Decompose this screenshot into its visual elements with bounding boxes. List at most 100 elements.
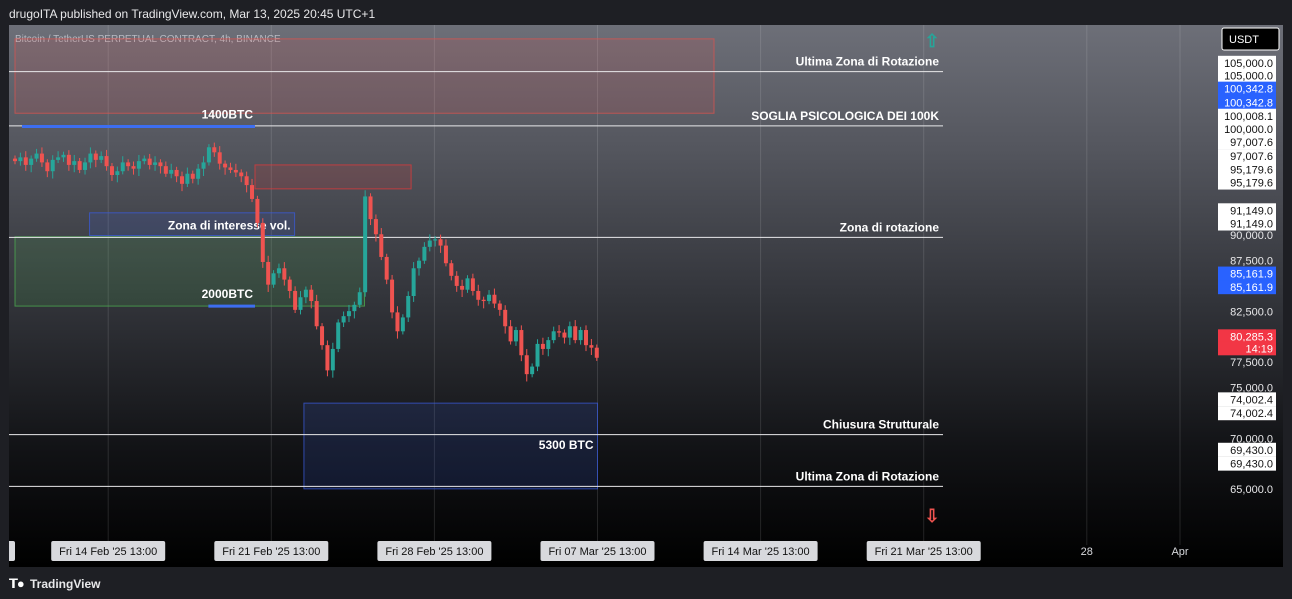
candle-body [352,304,357,312]
publish-info-text: drugoITA published on TradingView.com, M… [9,7,376,21]
candle-body [454,275,459,286]
volume-zone-label: Zona di interesse vol. [168,218,291,232]
candle-body [153,162,158,165]
price-tick: 100,342.8 [1224,98,1273,110]
candle-body [255,198,260,223]
candle-body [158,162,163,167]
candle-body [228,167,233,170]
candle-body [562,332,567,338]
tradingview-logo-icon: 𝗧● [9,576,25,591]
supply-zone [254,164,412,190]
candle-body [406,296,411,318]
candle-body [266,261,271,285]
resistance-zone [14,38,715,114]
candle-body [142,158,147,162]
candle-body [169,169,174,174]
candle-body [573,326,578,341]
candle-body [223,163,228,168]
candle-body [346,311,351,317]
candle-body [163,166,168,174]
candle-body [594,347,599,358]
price-tick: 105,000.0 [1224,70,1273,82]
chart-area[interactable]: Bitcoin / TetherUS PERPETUAL CONTRACT, 4… [9,25,1283,567]
candle-body [109,166,114,175]
time-tick: Fri 21 Feb '25 13:00 [222,546,320,558]
candle-body [131,166,136,169]
candle-body [39,153,44,163]
candle-body [147,158,152,165]
candle-body [250,185,255,199]
price-tick: 100,008.1 [1224,111,1273,123]
time-tick: Fri 14 Mar '25 13:00 [712,546,810,558]
candle-body [390,279,395,313]
candle-body [196,168,201,179]
candle-body [93,153,98,160]
price-tick: 100,342.8 [1224,84,1273,96]
price-tick: 87,500.0 [1230,255,1273,267]
time-label-bg [9,541,15,561]
candle-body [492,294,497,304]
candle-body [411,268,416,296]
candle-body [379,234,384,257]
candle-body [282,268,287,280]
price-tick: 65,000.0 [1230,484,1273,496]
price-tick: 97,007.6 [1230,137,1273,149]
publish-header: drugoITA published on TradingView.com, M… [0,0,1292,26]
candle-body [72,161,77,165]
candle-body [341,316,346,323]
candle-body [476,290,481,300]
candle-body [578,330,583,341]
candle-body [497,303,502,310]
candle-body [589,345,594,348]
candle-body [185,173,190,184]
candle-body [303,289,308,298]
price-tick: 77,500.0 [1230,357,1273,369]
candle-body [325,345,330,371]
price-tick: 85,161.9 [1230,269,1273,281]
volume-label: 2000BTC [202,287,254,301]
candlestick-chart[interactable]: Bitcoin / TetherUS PERPETUAL CONTRACT, 4… [9,25,1283,567]
candle-body [513,330,518,342]
candle-body [23,157,28,165]
candle-body [56,157,61,160]
price-tick: 95,179.6 [1230,178,1273,190]
candle-body [427,240,432,247]
time-tick: 28 [1081,546,1093,558]
candle-body [422,246,427,261]
candle-body [320,326,325,346]
candle-body [50,159,55,172]
candle-body [449,263,454,276]
candle-body [29,158,34,165]
candle-body [260,222,265,262]
candle-body [530,366,535,375]
price-tick: 105,000.0 [1224,58,1273,70]
candle-body [433,239,438,241]
candle-body [298,297,303,310]
candle-body [293,290,298,310]
candle-body [120,162,125,172]
candle-body [179,176,184,184]
candle-body [363,196,368,293]
candle-body [233,169,238,173]
candle-body [503,309,508,327]
candle-body [201,162,206,169]
candle-body [45,162,50,172]
candle-body [368,196,373,220]
candle-body [443,245,448,264]
candle-body [567,326,572,338]
candle-body [400,317,405,332]
candle-body [330,348,335,371]
candle-body [83,162,88,170]
candle-body [384,256,389,280]
time-tick: Fri 14 Feb '25 13:00 [59,546,157,558]
candle-body [460,285,465,290]
candle-body [239,172,244,177]
candle-body [540,343,545,349]
price-tick: 95,179.6 [1230,164,1273,176]
candle-body [212,147,217,153]
price-tick: 100,000.0 [1224,124,1273,136]
candle-body [336,322,341,349]
candle-body [373,219,378,235]
price-tick: 90,000.0 [1230,230,1273,242]
candle-body [271,273,276,285]
